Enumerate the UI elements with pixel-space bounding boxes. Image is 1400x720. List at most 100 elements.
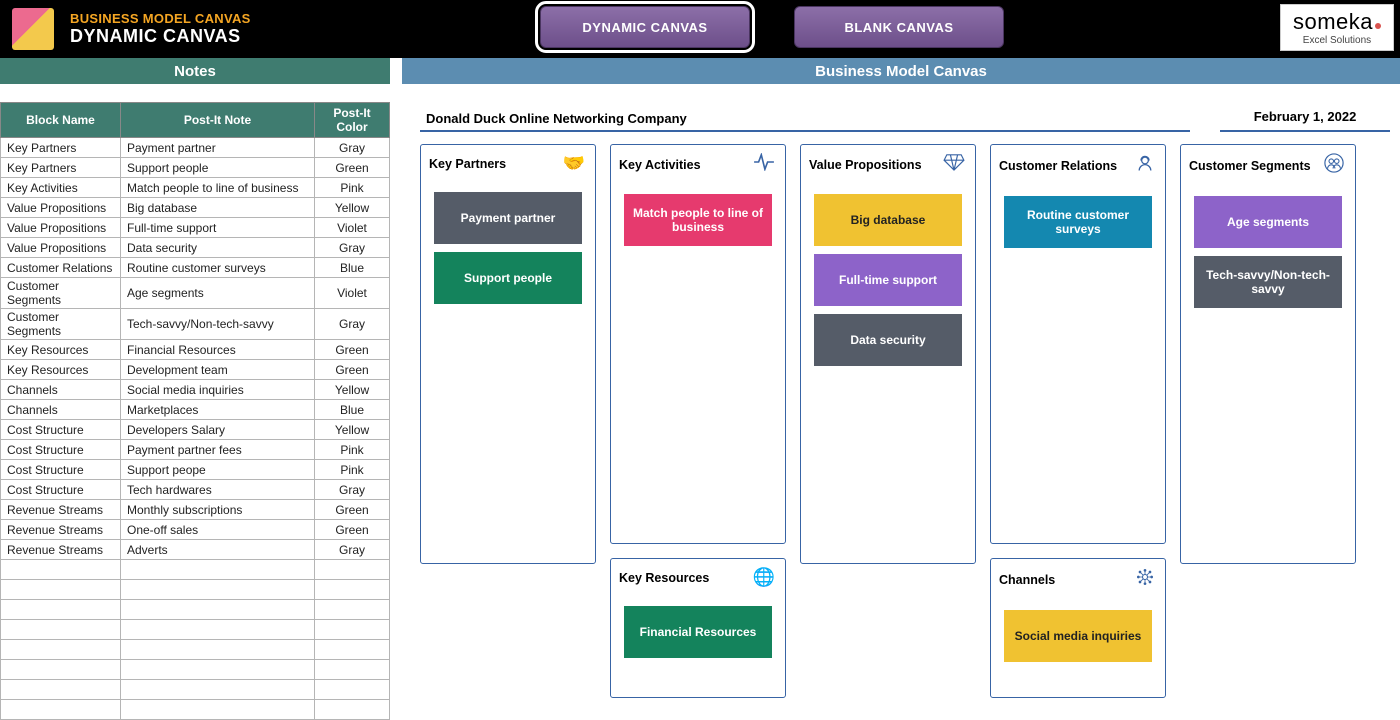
table-cell[interactable]: Monthly subscriptions [121,500,315,520]
table-cell[interactable]: Gray [315,238,390,258]
table-row[interactable]: Cost StructureTech hardwaresGray [1,480,390,500]
table-row[interactable]: Customer RelationsRoutine customer surve… [1,258,390,278]
postit[interactable]: Match people to line of business [624,194,772,246]
table-cell[interactable] [315,700,390,720]
postit[interactable]: Tech-savvy/Non-tech-savvy [1194,256,1342,308]
table-cell[interactable]: Yellow [315,198,390,218]
table-row[interactable]: Key ResourcesFinancial ResourcesGreen [1,340,390,360]
table-cell[interactable]: Cost Structure [1,440,121,460]
table-cell[interactable]: Green [315,340,390,360]
table-cell[interactable]: Blue [315,258,390,278]
table-cell[interactable]: Green [315,500,390,520]
table-cell[interactable]: Channels [1,380,121,400]
table-row[interactable]: Cost StructurePayment partner feesPink [1,440,390,460]
table-row[interactable]: Revenue StreamsMonthly subscriptionsGree… [1,500,390,520]
table-cell[interactable]: Gray [315,540,390,560]
postit[interactable]: Support people [434,252,582,304]
table-row[interactable]: Key ResourcesDevelopment teamGreen [1,360,390,380]
table-row[interactable]: Cost StructureDevelopers SalaryYellow [1,420,390,440]
table-cell[interactable] [121,700,315,720]
table-row[interactable] [1,680,390,700]
table-cell[interactable]: Violet [315,218,390,238]
table-cell[interactable]: Revenue Streams [1,520,121,540]
table-cell[interactable]: Tech hardwares [121,480,315,500]
table-cell[interactable] [315,640,390,660]
table-row[interactable]: Value PropositionsBig databaseYellow [1,198,390,218]
table-cell[interactable]: Key Resources [1,340,121,360]
table-cell[interactable] [121,620,315,640]
table-cell[interactable] [315,600,390,620]
table-cell[interactable]: Customer Segments [1,309,121,340]
table-cell[interactable]: Revenue Streams [1,500,121,520]
table-cell[interactable]: Cost Structure [1,420,121,440]
table-cell[interactable] [121,580,315,600]
postit[interactable]: Age segments [1194,196,1342,248]
table-cell[interactable]: Cost Structure [1,460,121,480]
table-cell[interactable]: Key Partners [1,158,121,178]
table-cell[interactable]: Payment partner [121,138,315,158]
postit[interactable]: Full-time support [814,254,962,306]
table-row[interactable]: Key PartnersPayment partnerGray [1,138,390,158]
postit[interactable]: Big database [814,194,962,246]
table-row[interactable] [1,640,390,660]
table-cell[interactable]: Blue [315,400,390,420]
table-cell[interactable]: Value Propositions [1,198,121,218]
table-cell[interactable]: Yellow [315,420,390,440]
table-cell[interactable]: Support people [121,158,315,178]
table-cell[interactable]: Green [315,520,390,540]
table-cell[interactable]: Gray [315,480,390,500]
table-cell[interactable]: Value Propositions [1,218,121,238]
table-cell[interactable]: Payment partner fees [121,440,315,460]
table-cell[interactable]: Pink [315,460,390,480]
table-row[interactable]: Key PartnersSupport peopleGreen [1,158,390,178]
tab-dynamic-canvas[interactable]: DYNAMIC CANVAS [540,6,750,48]
table-cell[interactable]: Adverts [121,540,315,560]
table-row[interactable] [1,560,390,580]
table-cell[interactable]: Data security [121,238,315,258]
table-cell[interactable] [315,680,390,700]
table-row[interactable]: Value PropositionsFull-time supportViole… [1,218,390,238]
table-cell[interactable] [315,620,390,640]
table-cell[interactable]: Gray [315,138,390,158]
table-cell[interactable]: Violet [315,278,390,309]
table-cell[interactable]: Key Resources [1,360,121,380]
table-row[interactable]: Value PropositionsData securityGray [1,238,390,258]
table-cell[interactable]: Value Propositions [1,238,121,258]
table-cell[interactable]: Match people to line of business [121,178,315,198]
table-cell[interactable]: Yellow [315,380,390,400]
table-cell[interactable] [121,560,315,580]
tab-blank-canvas[interactable]: BLANK CANVAS [794,6,1004,48]
table-cell[interactable]: Revenue Streams [1,540,121,560]
table-cell[interactable] [121,680,315,700]
table-row[interactable]: Customer SegmentsAge segmentsViolet [1,278,390,309]
table-row[interactable]: ChannelsSocial media inquiriesYellow [1,380,390,400]
table-cell[interactable] [121,640,315,660]
table-row[interactable]: Customer SegmentsTech-savvy/Non-tech-sav… [1,309,390,340]
table-cell[interactable] [315,660,390,680]
table-cell[interactable]: Cost Structure [1,480,121,500]
table-cell[interactable] [1,600,121,620]
table-cell[interactable]: Age segments [121,278,315,309]
table-cell[interactable] [1,580,121,600]
table-cell[interactable]: Developers Salary [121,420,315,440]
postit[interactable]: Payment partner [434,192,582,244]
table-row[interactable] [1,580,390,600]
table-cell[interactable]: Full-time support [121,218,315,238]
table-cell[interactable] [315,560,390,580]
table-row[interactable]: Cost StructureSupport peopePink [1,460,390,480]
postit[interactable]: Social media inquiries [1004,610,1152,662]
postit[interactable]: Financial Resources [624,606,772,658]
postit[interactable]: Routine customer surveys [1004,196,1152,248]
table-row[interactable]: Revenue StreamsAdvertsGray [1,540,390,560]
table-row[interactable] [1,660,390,680]
table-cell[interactable] [1,640,121,660]
table-row[interactable]: Key ActivitiesMatch people to line of bu… [1,178,390,198]
table-cell[interactable]: Green [315,360,390,380]
table-cell[interactable]: Pink [315,178,390,198]
table-cell[interactable]: Customer Relations [1,258,121,278]
table-cell[interactable] [121,600,315,620]
table-cell[interactable] [315,580,390,600]
table-row[interactable] [1,600,390,620]
table-cell[interactable] [1,620,121,640]
table-cell[interactable]: Tech-savvy/Non-tech-savvy [121,309,315,340]
